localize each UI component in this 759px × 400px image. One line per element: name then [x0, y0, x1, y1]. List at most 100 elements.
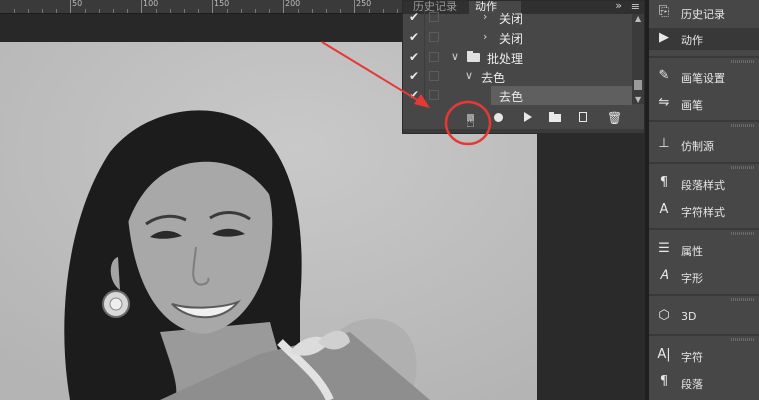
properties-icon: ☰ [658, 241, 670, 256]
pasteboard-area [537, 134, 645, 400]
checkmark-icon[interactable]: ✔ [409, 10, 419, 24]
dock-item-actions[interactable]: ▶ 动作 [649, 28, 759, 50]
dock-grip[interactable] [731, 232, 755, 235]
dialog-toggle[interactable] [429, 52, 439, 62]
dock-item-brush-settings[interactable]: ✎ 画笔设置 [649, 66, 759, 88]
ruler-tick [283, 0, 284, 13]
expand-arrow-icon[interactable]: › [483, 10, 487, 23]
dock-item-label: 属性 [681, 245, 703, 258]
dock-item-paragraph[interactable]: ¶ 段落 [649, 372, 759, 394]
clone-source-icon: ⊥ [658, 136, 670, 151]
actions-scrollbar[interactable]: ▲ ▼ [632, 14, 644, 104]
scroll-down-icon[interactable]: ▼ [635, 95, 641, 104]
dock-grip[interactable] [731, 60, 755, 63]
new-action-button[interactable] [579, 112, 587, 122]
right-panel-dock: ⎘ 历史记录 ▶ 动作 ✎ 画笔设置 ⇋ 画笔 ⊥ 仿制源 ¶ 段落样式 A 字… [649, 0, 759, 400]
ruler-tick [354, 0, 355, 13]
dock-item-3d[interactable]: ⬡ 3D [649, 306, 759, 328]
dock-item-history[interactable]: ⎘ 历史记录 [649, 2, 759, 24]
dialog-toggle[interactable] [429, 90, 439, 100]
dock-item-paragraph-styles[interactable]: ¶ 段落样式 [649, 173, 759, 195]
delete-icon[interactable]: 🗑 [607, 111, 622, 125]
action-set-label: 批处理 [487, 52, 524, 66]
3d-icon: ⬡ [658, 308, 670, 323]
panel-resize-bar[interactable] [403, 129, 644, 133]
dock-grip[interactable] [731, 166, 755, 169]
ruler-tick [212, 0, 213, 13]
dock-separator [649, 120, 759, 122]
dialog-toggle[interactable] [429, 71, 439, 81]
dock-grip[interactable] [731, 124, 755, 127]
action-row[interactable]: ✔ ∨ 去色 [403, 67, 632, 86]
brushes-icon: ⇋ [658, 95, 670, 110]
dock-grip[interactable] [731, 338, 755, 341]
actions-panel: 历史记录 动作 » ≡ ✔ › 关闭 ✔ › 关闭 ✔ ∨ 批处理 ✔ ∨ 去色… [402, 0, 645, 134]
dock-item-label: 仿制源 [681, 140, 714, 153]
dock-item-label: 字符 [681, 351, 703, 364]
dock-grip[interactable] [731, 298, 755, 301]
dock-item-label: 段落 [681, 378, 703, 391]
history-icon: ⎘ [658, 4, 670, 19]
ruler-label: 200 [285, 0, 301, 8]
ruler-tick [141, 0, 142, 13]
action-label: 关闭 [499, 12, 524, 26]
play-icon: ▶ [659, 30, 669, 45]
dock-item-properties[interactable]: ☰ 属性 [649, 239, 759, 261]
dock-item-label: 画笔 [681, 99, 703, 112]
ruler-tick [70, 0, 71, 13]
checkmark-icon[interactable]: ✔ [409, 69, 419, 83]
action-row[interactable]: ✔ › 关闭 [403, 28, 632, 47]
character-icon: A| [657, 347, 671, 362]
collapse-arrow-icon[interactable]: ∨ [465, 69, 473, 82]
dock-separator [649, 334, 759, 336]
brush-settings-icon: ✎ [658, 68, 670, 83]
hand-cursor-icon: ☝ [466, 113, 476, 131]
collapse-arrow-icon[interactable]: ∨ [451, 50, 459, 63]
dock-item-label: 动作 [681, 34, 703, 47]
dock-item-character[interactable]: A| 字符 [649, 345, 759, 367]
dock-item-label: 字符样式 [681, 206, 725, 219]
dock-item-label: 字形 [681, 272, 703, 285]
scroll-up-icon[interactable]: ▲ [635, 14, 641, 23]
action-step-row-selected[interactable]: ✔ 去色 [403, 86, 632, 105]
dialog-toggle[interactable] [429, 32, 439, 42]
ruler-label: 150 [214, 0, 230, 8]
dock-separator [649, 228, 759, 230]
expand-arrow-icon[interactable]: › [483, 30, 487, 43]
record-button[interactable] [494, 113, 503, 122]
checkmark-icon[interactable]: ✔ [409, 50, 419, 64]
glyphs-icon: 𝐴 [659, 268, 669, 283]
paragraph-styles-icon: ¶ [659, 175, 669, 190]
ruler-label: 250 [356, 0, 372, 8]
action-step-label: 去色 [499, 90, 524, 104]
folder-icon [467, 51, 480, 62]
checkmark-icon[interactable]: ✔ [409, 30, 419, 44]
dock-item-label: 段落样式 [681, 179, 725, 192]
actions-toolbar: 🗑 [403, 105, 644, 129]
panel-menu-icon[interactable]: ≡ [631, 0, 640, 13]
scroll-thumb[interactable] [634, 80, 642, 90]
checkmark-icon[interactable]: ✔ [409, 88, 419, 102]
dock-item-label: 画笔设置 [681, 72, 725, 85]
play-button[interactable] [524, 112, 532, 122]
ruler-label: 50 [72, 0, 83, 8]
dock-separator [649, 162, 759, 164]
dialog-toggle[interactable] [429, 12, 439, 22]
action-label: 去色 [481, 71, 506, 85]
action-label: 关闭 [499, 32, 524, 46]
dock-item-label: 3D [681, 310, 697, 323]
actions-list: ✔ › 关闭 ✔ › 关闭 ✔ ∨ 批处理 ✔ ∨ 去色 ✔ 去色 [403, 8, 632, 105]
horizontal-ruler: 50 100 150 200 250 [0, 0, 405, 14]
action-row[interactable]: ✔ › 关闭 [403, 8, 632, 27]
paragraph-icon: ¶ [659, 374, 669, 389]
character-styles-icon: A [659, 202, 669, 217]
ruler-label: 100 [143, 0, 159, 8]
action-set-row[interactable]: ✔ ∨ 批处理 [403, 48, 632, 67]
dock-item-clone-source[interactable]: ⊥ 仿制源 [649, 134, 759, 156]
dock-item-brushes[interactable]: ⇋ 画笔 [649, 93, 759, 115]
dock-separator [649, 294, 759, 296]
new-set-button[interactable] [549, 112, 561, 122]
dock-item-glyphs[interactable]: 𝐴 字形 [649, 266, 759, 288]
dock-item-character-styles[interactable]: A 字符样式 [649, 200, 759, 222]
dock-item-label: 历史记录 [681, 8, 725, 21]
